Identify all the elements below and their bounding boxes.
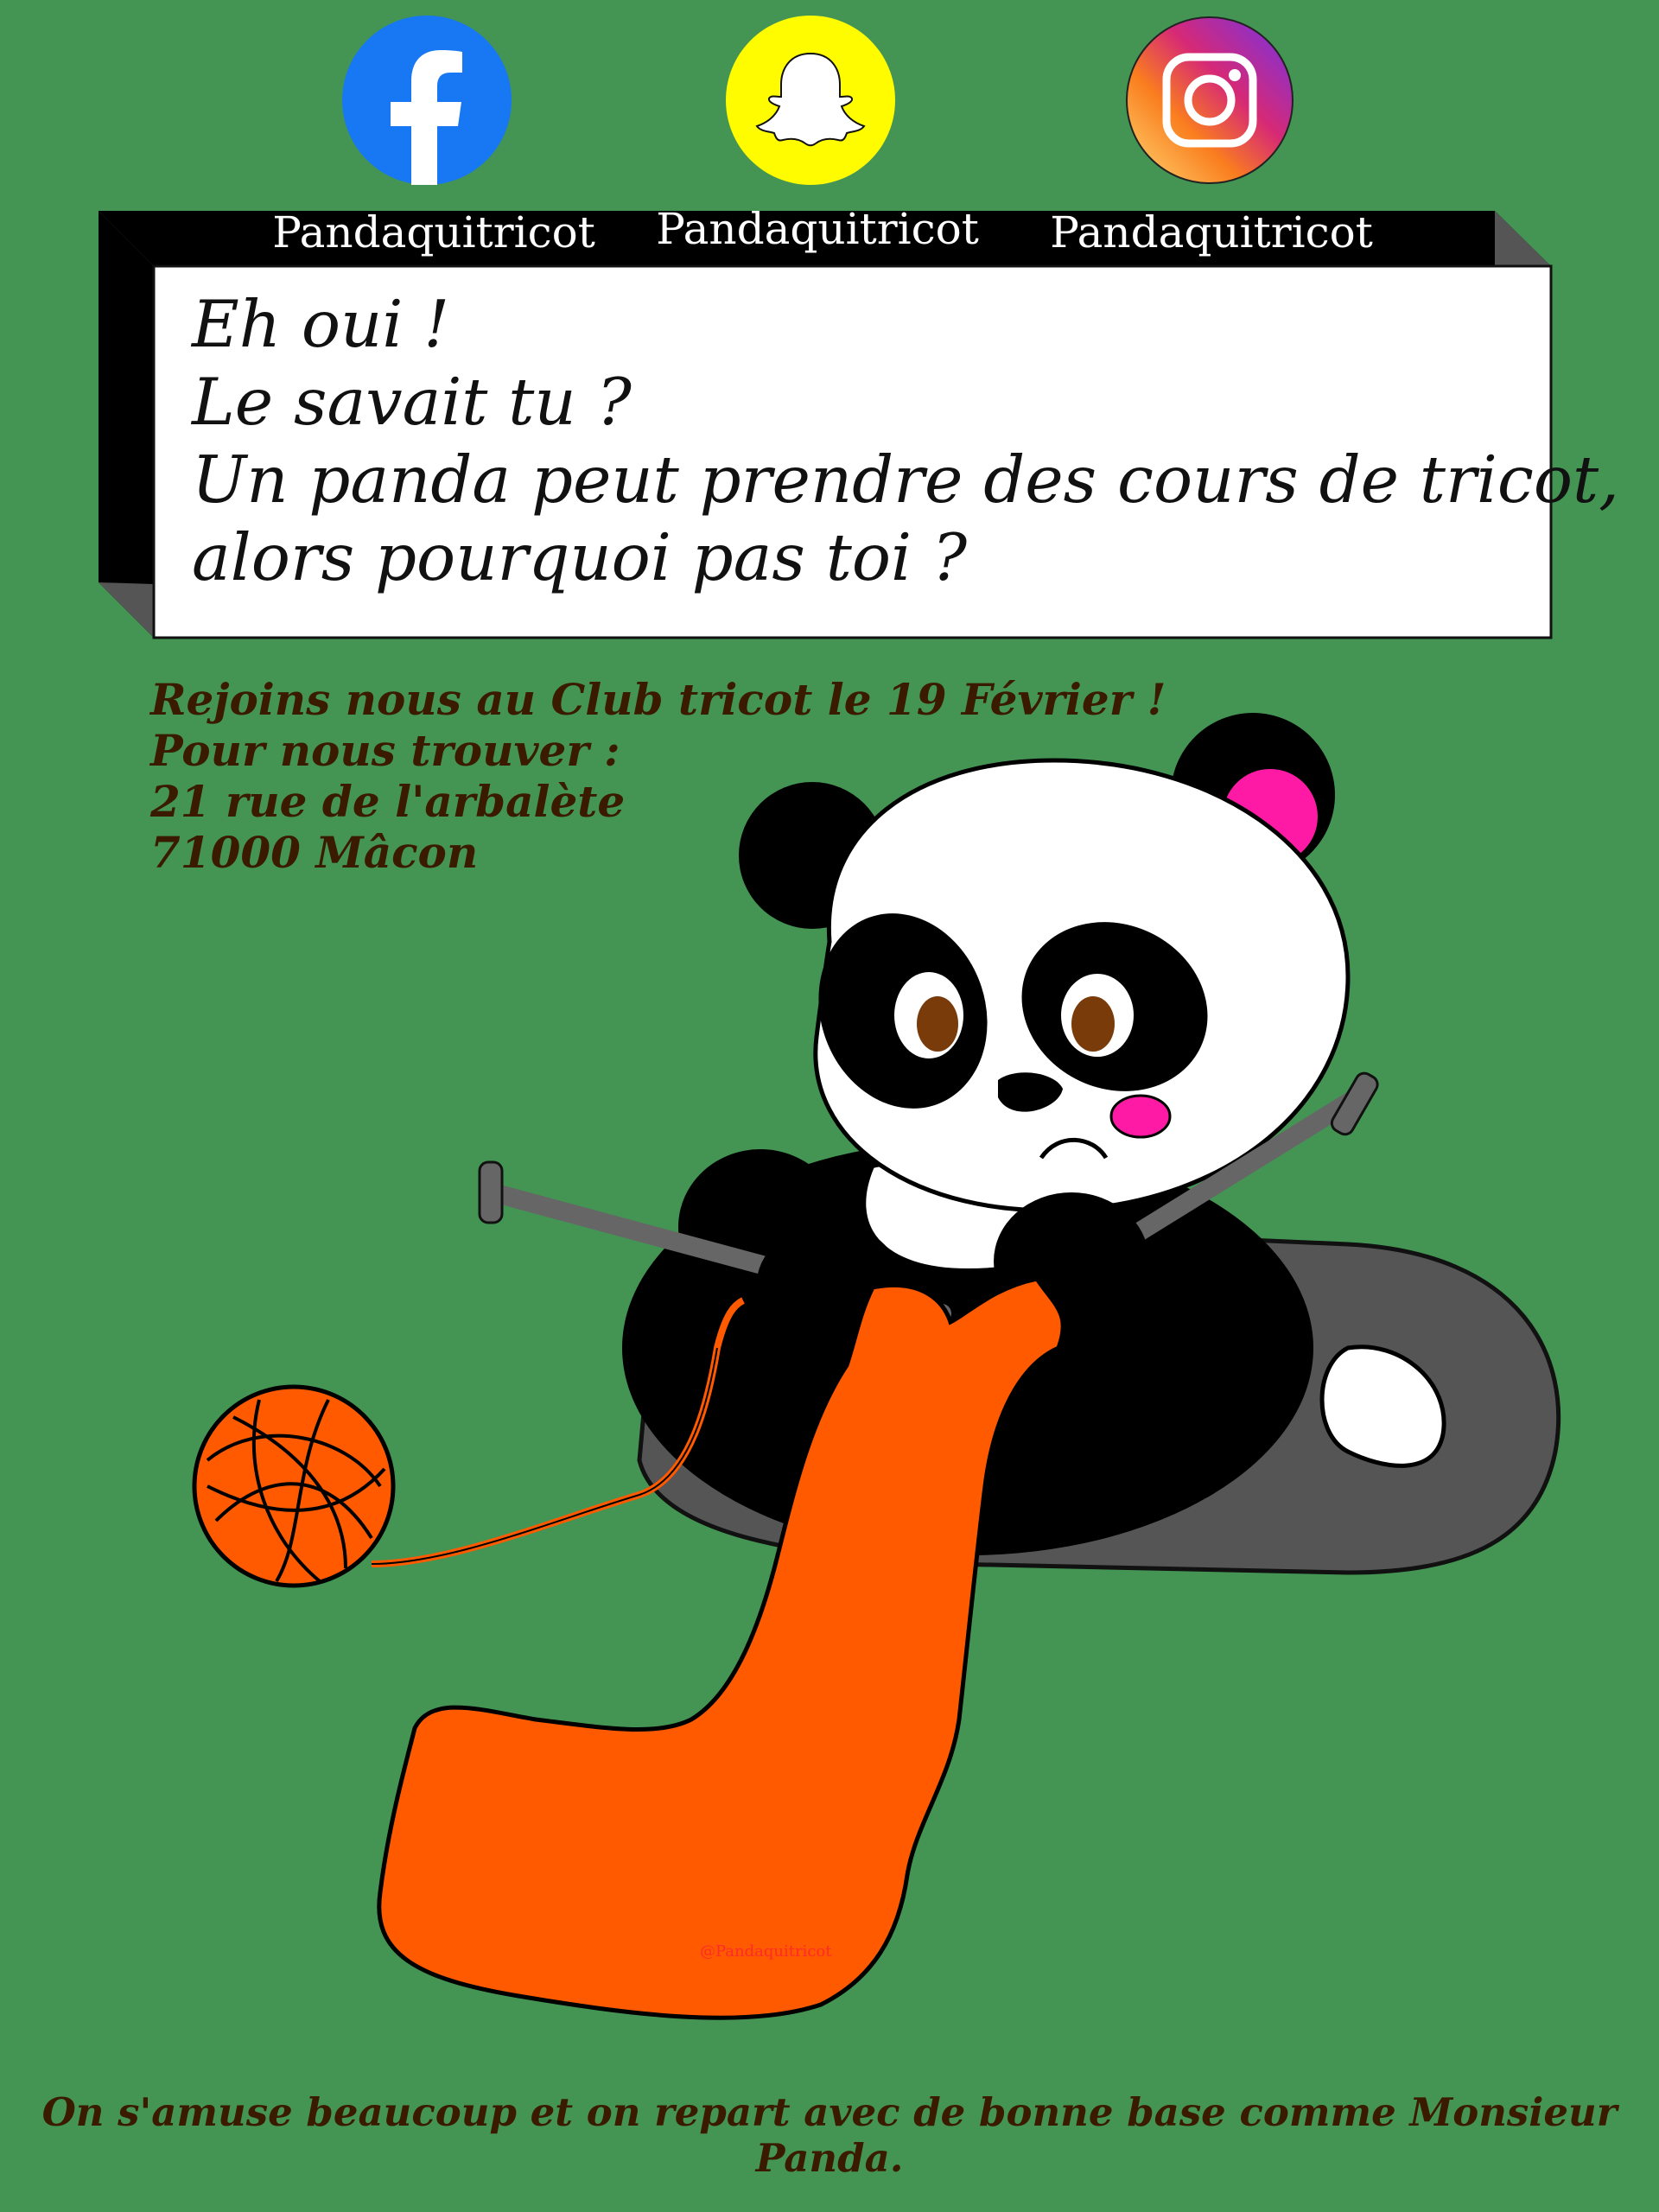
knitting-panda-illustration bbox=[192, 713, 1561, 2020]
footer-text: On s'amuse beaucoup et on repart avec de… bbox=[41, 2089, 1618, 2181]
watermark: @Pandaquitricot bbox=[700, 1942, 832, 1961]
panda-tongue bbox=[1109, 1094, 1172, 1139]
